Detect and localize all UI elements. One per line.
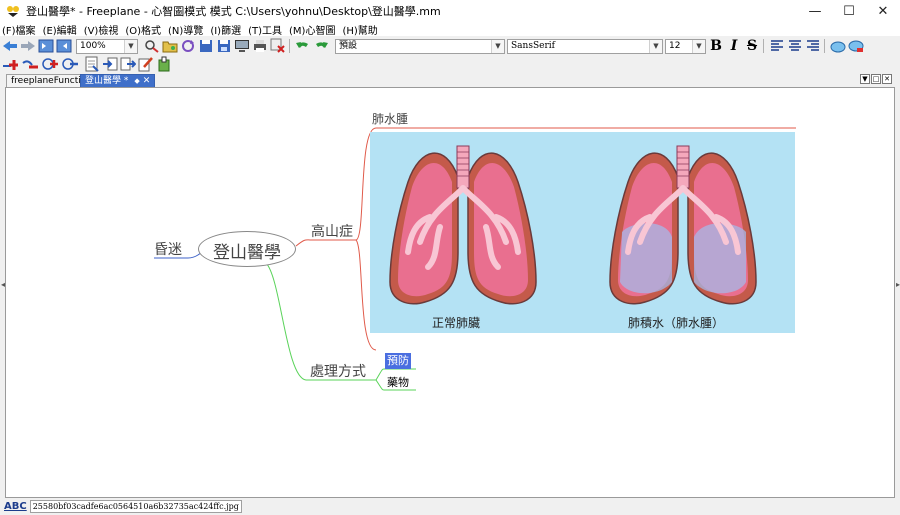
right-panel-grip[interactable]: ▸ — [896, 280, 900, 290]
window-title: 登山醫學* - Freeplane - 心智圖模式 模式 C:\Users\yo… — [26, 5, 441, 18]
align-left-icon[interactable] — [769, 38, 785, 54]
tab-controls: ▼ □ ✕ — [860, 74, 892, 85]
freeplane-app-icon — [6, 4, 20, 18]
remove-node-icon[interactable] — [22, 56, 38, 72]
bold-button[interactable]: B — [708, 38, 724, 54]
tab-close-all-icon[interactable]: ✕ — [882, 74, 892, 84]
menu-tools[interactable]: (T)工具 — [248, 22, 282, 37]
tab-mountain-medicine[interactable]: 登山醫學 * ◆ ✕ — [80, 74, 156, 87]
left-panel-grip[interactable]: ◂ — [1, 280, 5, 290]
toolbar-separator — [824, 39, 825, 53]
tab-list-icon[interactable]: ▼ — [860, 74, 870, 84]
tab-close-button[interactable]: ✕ — [143, 76, 151, 86]
monitor-icon[interactable] — [234, 38, 250, 54]
mindmap-canvas[interactable]: 登山醫學 昏迷 高山症 肺水腫 處理方式 預防 藥物 正常肺臟 肺積水（肺水腫） — [5, 87, 895, 498]
import-icon[interactable] — [102, 56, 118, 72]
chevron-down-icon: ▼ — [649, 39, 662, 53]
caption-edema-lung: 肺積水（肺水腫） — [628, 316, 725, 330]
font-size-value: 12 — [669, 40, 681, 51]
minimize-button[interactable]: — — [798, 0, 832, 22]
lung-image: 正常肺臟 肺積水（肺水腫） — [370, 132, 795, 333]
style-value: 預設 — [339, 40, 358, 51]
cloud-icon[interactable] — [830, 38, 846, 54]
forward-arrow-icon[interactable] — [20, 38, 36, 54]
node-prevention[interactable]: 預防 — [385, 353, 411, 369]
status-bar: ABC 25580bf03cadfe6ac0564510a6b32735ac42… — [0, 498, 900, 515]
menu-edit[interactable]: (E)編輯 — [43, 22, 77, 37]
zoom-value: 100% — [80, 40, 106, 51]
fold-nodes-icon[interactable] — [38, 38, 54, 54]
chevron-down-icon: ▼ — [692, 39, 705, 53]
strikethrough-button[interactable]: S — [744, 38, 760, 54]
title-bar: 登山醫學* - Freeplane - 心智圖模式 模式 C:\Users\yo… — [0, 0, 900, 22]
node-toolbar — [0, 55, 900, 73]
spellcheck-icon[interactable]: ABC — [4, 501, 27, 512]
refresh-icon[interactable] — [180, 38, 196, 54]
font-size-select[interactable]: 12 ▼ — [665, 38, 706, 54]
tab-label: 登山醫學 * — [85, 76, 129, 86]
root-node-label: 登山醫學 — [213, 243, 281, 263]
node-medicine[interactable]: 藥物 — [387, 374, 409, 390]
pin-icon[interactable]: ◆ — [134, 77, 139, 85]
font-family-select[interactable]: SansSerif ▼ — [507, 38, 663, 54]
note-icon[interactable] — [84, 56, 100, 72]
open-folder-icon[interactable] — [162, 38, 178, 54]
unfold-nodes-icon[interactable] — [56, 38, 72, 54]
menu-help[interactable]: (H)幫助 — [342, 22, 377, 37]
lung-illustration — [389, 145, 757, 305]
close-map-icon[interactable] — [270, 38, 286, 54]
menu-mindmap[interactable]: (M)心智圖 — [289, 22, 335, 37]
toolbar-separator — [289, 39, 290, 53]
menu-filter[interactable]: (I)篩選 — [210, 22, 241, 37]
find-icon[interactable] — [144, 38, 160, 54]
align-center-icon[interactable] — [787, 38, 803, 54]
align-right-icon[interactable] — [805, 38, 821, 54]
attachment-icon[interactable] — [156, 56, 172, 72]
caption-normal-lung: 正常肺臟 — [432, 316, 481, 330]
style-select[interactable]: 預設 ▼ — [335, 38, 505, 54]
close-window-button[interactable]: ✕ — [866, 0, 900, 22]
node-coma[interactable]: 昏迷 — [154, 239, 182, 259]
tab-maximize-icon[interactable]: □ — [871, 74, 881, 84]
save-icon[interactable] — [198, 38, 214, 54]
menu-navigate[interactable]: (N)導覽 — [168, 22, 203, 37]
map-tabs: freeplaneFunctions 登山醫學 * ◆ ✕ ▼ □ ✕ — [0, 74, 900, 87]
add-sibling-icon[interactable] — [42, 56, 58, 72]
menu-format[interactable]: (O)格式 — [125, 22, 161, 37]
node-altitude-sickness[interactable]: 高山症 — [311, 221, 353, 241]
print-icon[interactable] — [252, 38, 268, 54]
cloud-color-icon[interactable] — [848, 38, 864, 54]
font-family-value: SansSerif — [511, 40, 555, 51]
normal-lung-graphic — [389, 145, 537, 305]
back-arrow-icon[interactable] — [2, 38, 18, 54]
remove-sibling-icon[interactable] — [62, 56, 78, 72]
edema-lung-graphic — [609, 145, 757, 305]
status-image-filename: 25580bf03cadfe6ac0564510a6b32735ac424ffc… — [29, 500, 242, 513]
italic-button[interactable]: I — [726, 38, 742, 54]
maximize-button[interactable]: ☐ — [832, 0, 866, 22]
export-icon[interactable] — [120, 56, 136, 72]
main-toolbar: 100% ▼ 預設 ▼ SansSerif ▼ 12 ▼ B I S — [0, 37, 900, 55]
node-treatment[interactable]: 處理方式 — [310, 361, 366, 381]
add-child-node-icon[interactable] — [2, 56, 18, 72]
menu-bar: (F)檔案 (E)編輯 (V)檢視 (O)格式 (N)導覽 (I)篩選 (T)工… — [0, 22, 900, 37]
undo-icon[interactable] — [295, 38, 311, 54]
edit-node-icon[interactable] — [138, 56, 154, 72]
chevron-down-icon: ▼ — [124, 39, 137, 53]
save-as-icon[interactable] — [216, 38, 232, 54]
zoom-select[interactable]: 100% ▼ — [76, 38, 138, 54]
redo-icon[interactable] — [313, 38, 329, 54]
toolbar-separator — [763, 39, 764, 53]
menu-file[interactable]: (F)檔案 — [2, 22, 36, 37]
menu-view[interactable]: (V)檢視 — [84, 22, 119, 37]
node-pulmonary-edema[interactable]: 肺水腫 — [372, 110, 408, 127]
chevron-down-icon: ▼ — [491, 39, 504, 53]
